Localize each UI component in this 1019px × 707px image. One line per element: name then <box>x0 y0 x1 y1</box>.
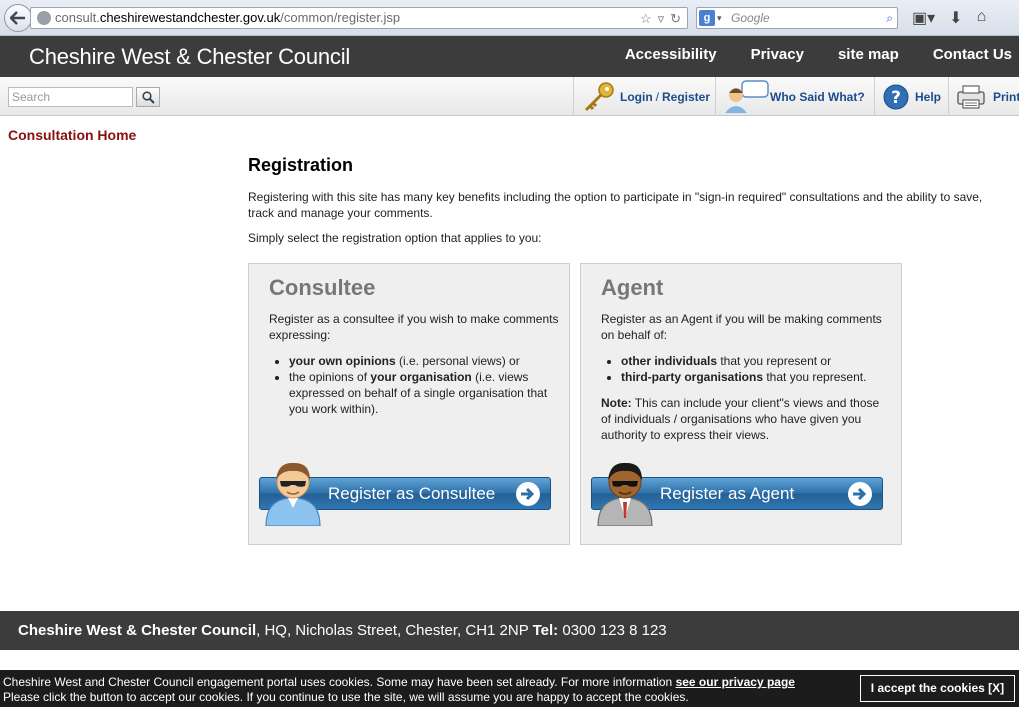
privacy-page-link[interactable]: see our privacy page <box>676 675 795 689</box>
help-item: ? Help <box>874 77 941 116</box>
note-label: Note: <box>601 396 632 410</box>
url-tools: ☆ ▿ ↻ <box>640 9 681 29</box>
cookie-text: Cheshire West and Chester Council engage… <box>3 675 676 689</box>
help-link[interactable]: Help <box>915 90 941 104</box>
home-icon[interactable]: ⌂ <box>977 8 987 28</box>
browser-search-placeholder: Google <box>731 11 770 25</box>
bookmark-star-icon[interactable]: ☆ <box>640 9 652 29</box>
key-icon <box>584 81 614 111</box>
agent-intro: Register as an Agent if you will be maki… <box>601 312 882 342</box>
agent-heading: Agent <box>601 275 664 300</box>
footer-tel-label: Tel: <box>532 622 559 639</box>
url-host: cheshirewestandchester.gov.uk <box>99 10 281 25</box>
site-search-input[interactable]: Search <box>8 87 133 107</box>
browser-toolbar: consult.cheshirewestandchester.gov.uk/co… <box>0 0 1019 36</box>
engine-dropdown-icon[interactable]: ▾ <box>717 8 722 28</box>
magnifier-icon <box>141 90 155 104</box>
consultation-home-link[interactable]: Consultation Home <box>8 127 136 143</box>
agent-avatar-icon <box>597 462 653 526</box>
accept-cookies-button[interactable]: I accept the cookies [X] <box>860 675 1015 702</box>
footer-tel: 0300 123 8 123 <box>558 622 667 639</box>
site-toolbar: Search Login / Register Who Said What? ? H… <box>0 77 1019 116</box>
download-icon[interactable]: ⬇ <box>949 8 962 28</box>
nav-accessibility[interactable]: Accessibility <box>625 46 717 63</box>
consultee-avatar-icon <box>265 462 321 526</box>
back-arrow-icon <box>10 11 25 25</box>
list-item: the opinions of your organisation (i.e. … <box>289 369 564 417</box>
agent-panel: Agent Register as an Agent if you will b… <box>580 263 902 545</box>
browser-icons: ▣▾ ⬇ ⌂ <box>912 8 986 28</box>
bullet-text: that you represent or <box>717 354 832 368</box>
consultee-heading: Consultee <box>269 275 376 300</box>
url-path: /common/register.jsp <box>280 10 401 25</box>
bullet-text: (i.e. personal views) or <box>395 354 520 368</box>
login-register-item: Login / Register <box>573 77 710 116</box>
bullet-text: that you represent. <box>763 370 867 384</box>
agent-note: Note: This can include your client"s vie… <box>601 395 891 443</box>
login-separator: / <box>655 89 659 104</box>
site-footer: Cheshire West & Chester Council, HQ, Nic… <box>0 611 1019 650</box>
addon-icon[interactable]: ▣▾ <box>912 8 935 28</box>
consultee-intro: Register as a consultee if you wish to m… <box>269 312 559 342</box>
svg-text:?: ? <box>891 88 901 108</box>
who-said-what-item: Who Said What? <box>715 77 865 116</box>
bullet-text: the opinions of <box>289 370 371 384</box>
register-consultee-button[interactable]: Register as Consultee <box>259 462 551 526</box>
main-content: Registration Registering with this site … <box>248 155 1008 255</box>
dropdown-icon[interactable]: ▿ <box>658 9 665 29</box>
register-consultee-label: Register as Consultee <box>328 484 496 503</box>
register-link[interactable]: Register <box>662 90 710 104</box>
nav-site-map[interactable]: site map <box>838 46 899 63</box>
printer-icon <box>957 84 985 109</box>
nav-privacy[interactable]: Privacy <box>751 46 804 63</box>
bullet-bold: other individuals <box>621 354 718 368</box>
address-bar[interactable]: consult.cheshirewestandchester.gov.uk/co… <box>30 7 688 29</box>
consultee-panel: Consultee Register as a consultee if you… <box>248 263 570 545</box>
list-item: your own opinions (i.e. personal views) … <box>289 353 564 369</box>
bullet-bold: third-party organisations <box>621 370 764 384</box>
print-item: Print <box>948 77 1019 116</box>
back-button[interactable] <box>4 4 32 32</box>
browser-search-input[interactable]: g ▾ Google ⌕ <box>696 7 898 29</box>
top-nav: Accessibility Privacy site map Contact U… <box>591 46 1012 63</box>
list-item: other individuals that you represent or <box>621 353 896 369</box>
help-icon: ? <box>883 84 909 109</box>
google-icon[interactable]: g <box>699 10 715 26</box>
register-agent-button[interactable]: Register as Agent <box>591 462 883 526</box>
footer-org: Cheshire West & Chester Council <box>18 622 257 639</box>
bullet-bold: your own opinions <box>289 354 396 368</box>
nav-contact-us[interactable]: Contact Us <box>933 46 1012 63</box>
list-item: third-party organisations that you repre… <box>621 369 896 385</box>
arrow-right-icon <box>516 482 540 506</box>
consultee-list: your own opinions (i.e. personal views) … <box>289 353 564 417</box>
globe-icon <box>37 11 51 25</box>
bullet-bold: your organisation <box>370 370 472 384</box>
site-search-button[interactable] <box>136 87 160 107</box>
url-prefix: consult. <box>55 10 100 25</box>
register-agent-label: Register as Agent <box>660 484 795 503</box>
instruction-text: Simply select the registration option th… <box>248 231 542 245</box>
site-header: Cheshire West & Chester Council Accessib… <box>0 36 1019 77</box>
login-link[interactable]: Login <box>620 90 653 104</box>
cookie-banner: Cheshire West and Chester Council engage… <box>0 670 1019 707</box>
agent-list: other individuals that you represent or … <box>621 353 896 385</box>
site-title[interactable]: Cheshire West & Chester Council <box>29 44 350 70</box>
reload-icon[interactable]: ↻ <box>670 9 681 29</box>
note-text: This can include your client"s views and… <box>601 396 880 442</box>
speech-person-icon <box>725 79 769 113</box>
print-link[interactable]: Print <box>993 90 1019 104</box>
page-title: Registration <box>248 155 354 175</box>
search-icon[interactable]: ⌕ <box>886 8 893 28</box>
footer-address: , HQ, Nicholas Street, Chester, CH1 2NP <box>256 622 533 639</box>
intro-text: Registering with this site has many key … <box>248 190 983 220</box>
who-said-what-link[interactable]: Who Said What? <box>770 90 865 104</box>
arrow-right-icon <box>848 482 872 506</box>
